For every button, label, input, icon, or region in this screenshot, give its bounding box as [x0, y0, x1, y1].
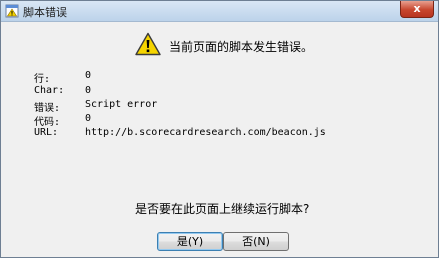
line-label: 行:: [34, 74, 51, 85]
url-value: http://b.scorecardresearch.com/beacon.js: [85, 127, 326, 138]
warning-icon: [135, 32, 161, 56]
error-value: Script error: [85, 99, 158, 110]
code-value: 0: [85, 113, 92, 124]
close-button[interactable]: x: [400, 1, 434, 18]
window-title: 脚本错误: [23, 6, 67, 19]
url-label: URL:: [34, 127, 59, 138]
char-label: Char:: [34, 85, 65, 96]
error-label: 错误:: [34, 103, 61, 114]
dialog-body: 当前页面的脚本发生错误。 行: 0 Char: 0 错误: Script err…: [3, 22, 436, 257]
title-bar[interactable]: 脚本错误 x: [1, 1, 438, 22]
code-label: 代码:: [34, 117, 61, 128]
char-value: 0: [85, 85, 92, 96]
script-error-icon: [5, 4, 19, 18]
close-icon: x: [413, 2, 421, 15]
script-error-dialog: 脚本错误 x 当前页面的脚本发生错误。 行: 0 Char: 0 错误: Scr…: [0, 0, 439, 258]
yes-button[interactable]: 是(Y): [157, 232, 223, 251]
error-header-message: 当前页面的脚本发生错误。: [169, 40, 314, 54]
continue-question: 是否要在此页面上继续运行脚本?: [135, 202, 310, 216]
no-button[interactable]: 否(N): [223, 232, 289, 251]
line-value: 0: [85, 70, 92, 81]
